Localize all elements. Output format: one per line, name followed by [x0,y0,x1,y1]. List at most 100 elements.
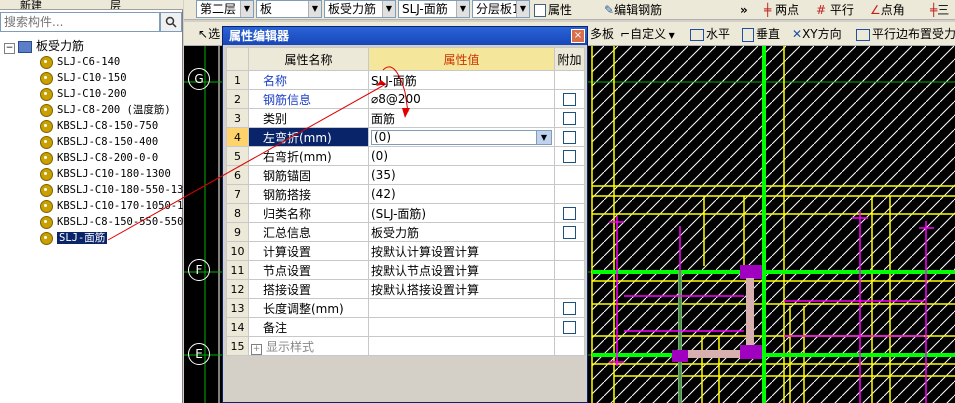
custom-button[interactable]: ⌐自定义 ▼ [620,24,675,44]
new-button[interactable]: 新建 [20,0,42,9]
tree-item[interactable]: KBSLJ-C8-150-750 [40,118,158,134]
property-value-cell[interactable]: 面筋 [368,108,555,128]
property-value[interactable]: ⌀8@200 [371,92,421,106]
property-row[interactable]: 6 钢筋锚固 (35) [226,165,585,185]
tree-item[interactable]: KBSLJ-C10-180-1300 [40,166,171,182]
extra-checkbox[interactable] [563,226,576,239]
search-button[interactable] [160,12,182,32]
property-row[interactable]: 7 钢筋搭接 (42) [226,184,585,204]
two-point-button[interactable]: ╪ 两点 [764,0,799,20]
property-value[interactable]: 板受力筋 [371,226,419,240]
property-value[interactable]: (35) [371,168,396,182]
parallel-button[interactable]: # 平行 [816,0,854,20]
search-input[interactable] [0,12,160,32]
property-row[interactable]: 1 名称 SLJ-面筋 [226,70,585,90]
extra-checkbox[interactable] [563,302,576,315]
tree-item[interactable]: SLJ-C8-200 (温度筋) [40,102,171,118]
property-value-cell[interactable]: SLJ-面筋 [368,70,555,90]
property-value-cell[interactable]: 按默认搭接设置计算 [368,279,555,299]
tree-root[interactable]: − 板受力筋 [4,38,84,54]
xy-direction-button[interactable]: ✕XY方向 [792,24,842,44]
three-point-button[interactable]: ╪三 [930,0,949,20]
layer-select[interactable]: 分层板1 ▼ [472,0,530,18]
extra-checkbox[interactable] [563,321,576,334]
property-value[interactable]: 按默认搭接设置计算 [371,283,479,297]
more-toolbar-icon[interactable]: » [740,0,748,20]
property-row[interactable]: 10 计算设置 按默认计算设置计算 [226,241,585,261]
property-row[interactable]: 12 搭接设置 按默认搭接设置计算 [226,279,585,299]
property-grid: 属性名称 属性值 附加 1 名称 SLJ-面筋 2 钢筋信息 ⌀8@200 3 类别 面筋 4 左弯… [226,47,585,356]
property-row[interactable]: 14 备注 [226,317,585,337]
layer-button[interactable]: 层 [110,0,121,9]
property-row[interactable]: 11 节点设置 按默认节点设置计算 [226,260,585,280]
horizontal-button[interactable]: 水平 [690,24,730,44]
property-row[interactable]: 8 归类名称 (SLJ-面筋) [226,203,585,223]
property-value[interactable]: (0) [371,149,388,163]
chevron-down-icon[interactable]: ▼ [536,130,551,144]
point-angle-button[interactable]: ∠点角 [870,0,905,20]
property-value-editor[interactable]: (0) ▼ [371,129,552,145]
property-value-cell[interactable]: 按默认节点设置计算 [368,260,555,280]
tree-item[interactable]: KBSLJ-C8-150-400 [40,134,158,150]
tree-item[interactable]: KBSLJ-C10-170-1050-1 [40,198,183,214]
extra-checkbox[interactable] [563,112,576,125]
extra-checkbox[interactable] [563,207,576,220]
left-toolbar: 新建 层 [0,0,183,10]
category-select[interactable]: 板 ▼ [256,0,322,18]
component-tree: − 板受力筋 SLJ-C6-140 SLJ-C10-150 SLJ-C10-200 SLJ… [0,38,183,258]
property-value-cell[interactable]: (SLJ-面筋) [368,203,555,223]
type-value: 板受力筋 [328,2,377,16]
property-value-cell[interactable]: (0) [368,146,555,166]
extra-checkbox[interactable] [563,93,576,106]
expand-icon[interactable]: + [251,343,262,355]
collapse-icon[interactable]: − [4,43,15,54]
property-name-cell: 搭接设置 [248,279,369,299]
vertical-button[interactable]: 垂直 [742,24,780,44]
property-value[interactable]: 按默认节点设置计算 [371,264,479,278]
property-value-cell[interactable] [368,298,555,318]
tree-item[interactable]: SLJ-C6-140 [40,54,120,70]
property-value-cell[interactable] [368,336,555,356]
tree-item[interactable]: SLJ-面筋 [40,230,108,246]
properties-button[interactable]: 属性 [534,0,572,20]
extra-checkbox[interactable] [563,131,576,144]
value-column-header: 属性值 [368,47,555,71]
property-row[interactable]: 4 左弯折(mm) (0) ▼ [226,127,585,147]
property-value-cell[interactable]: ⌀8@200 [368,89,555,109]
parallel-edge-button[interactable]: 平行边布置受力 [856,24,955,44]
property-value-cell[interactable]: (0) ▼ [368,127,555,147]
property-row[interactable]: 5 右弯折(mm) (0) [226,146,585,166]
edit-rebar-button[interactable]: ✎编辑钢筋 [604,0,662,20]
close-icon[interactable]: × [571,29,585,43]
row-number: 11 [226,260,249,280]
property-value-cell[interactable] [368,317,555,337]
property-value[interactable]: (42) [371,187,396,201]
tree-item[interactable]: SLJ-C10-150 [40,70,127,86]
type-select[interactable]: 板受力筋 ▼ [324,0,396,18]
property-value-cell[interactable]: 板受力筋 [368,222,555,242]
tree-item[interactable]: KBSLJ-C8-150-550-550 [40,214,183,230]
property-value-cell[interactable]: 按默认计算设置计算 [368,241,555,261]
property-name-cell: 钢筋锚固 [248,165,369,185]
property-row[interactable]: 15 + 显示样式 [226,336,585,356]
extra-checkbox[interactable] [563,150,576,163]
property-value[interactable]: 按默认计算设置计算 [371,245,479,259]
property-row[interactable]: 13 长度调整(mm) [226,298,585,318]
select-button[interactable]: ↖选 [198,24,220,44]
property-value-cell[interactable]: (35) [368,165,555,185]
multi-board-button[interactable]: 多板 [590,24,614,44]
dialog-title[interactable]: 属性编辑器 [223,27,587,45]
property-value[interactable]: (SLJ-面筋) [371,207,426,221]
property-row[interactable]: 9 汇总信息 板受力筋 [226,222,585,242]
property-value[interactable]: 面筋 [371,112,395,126]
slab-hatch [592,46,955,403]
tree-item[interactable]: KBSLJ-C10-180-550-13 [40,182,183,198]
tree-item[interactable]: SLJ-C10-200 [40,86,127,102]
property-row[interactable]: 2 钢筋信息 ⌀8@200 [226,89,585,109]
floor-select[interactable]: 第二层 ▼ [196,0,254,18]
component-select[interactable]: SLJ-面筋 ▼ [398,0,470,18]
property-value[interactable]: SLJ-面筋 [371,74,417,88]
tree-item[interactable]: KBSLJ-C8-200-0-0 [40,150,158,166]
property-value-cell[interactable]: (42) [368,184,555,204]
property-row[interactable]: 3 类别 面筋 [226,108,585,128]
